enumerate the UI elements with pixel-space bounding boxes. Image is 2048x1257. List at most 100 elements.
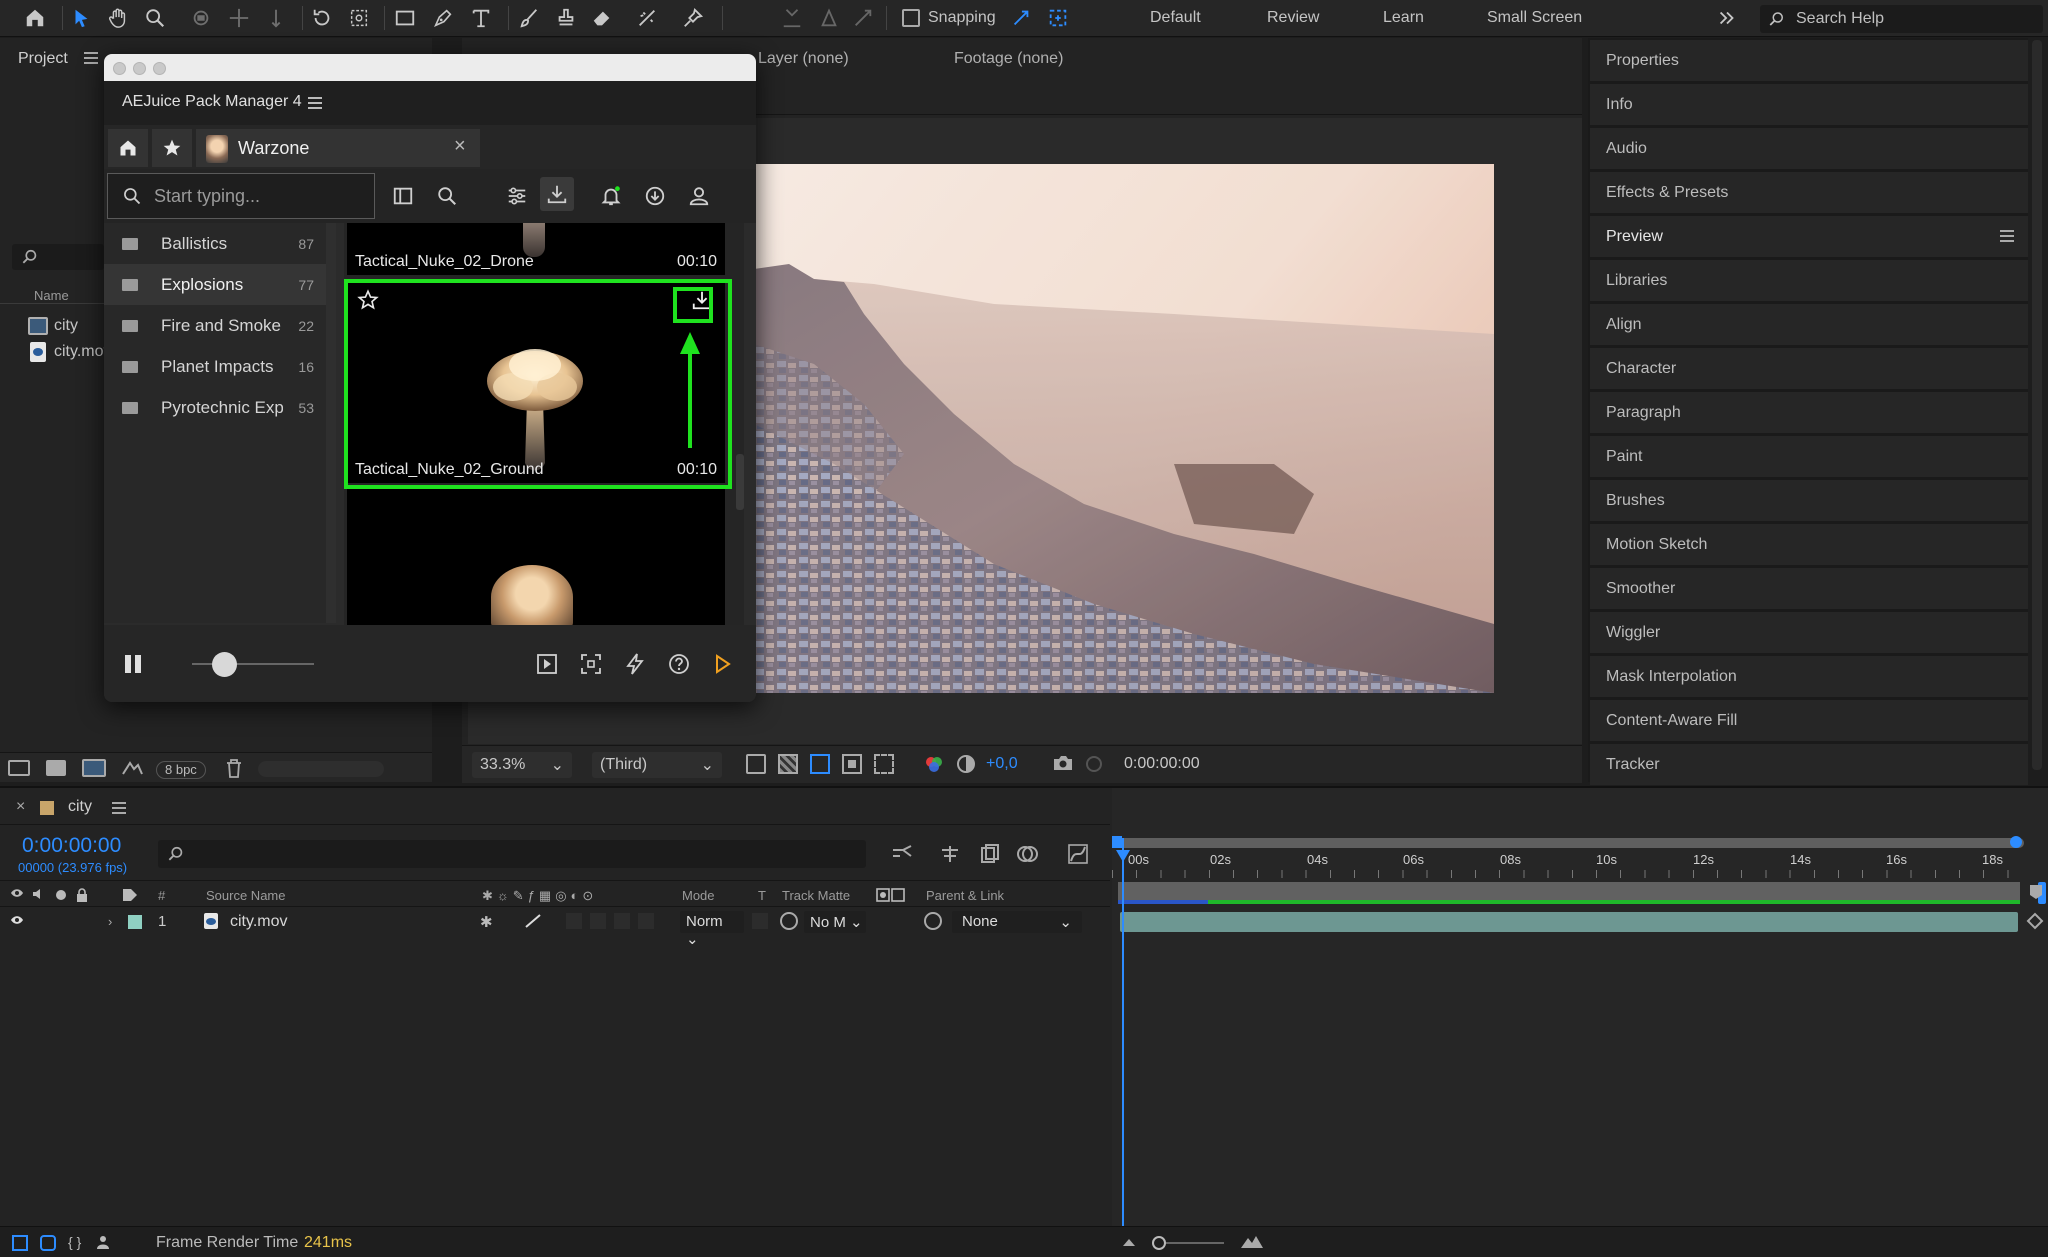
zoom-out-icon[interactable]	[1122, 1237, 1136, 1247]
magnification-dropdown[interactable]: 33.3% ⌄	[472, 752, 572, 778]
parent-dropdown[interactable]: None ⌄	[952, 911, 1082, 933]
trash-icon[interactable]	[226, 759, 242, 778]
motion-blur-icon[interactable]	[1016, 842, 1040, 866]
orbit-camera-icon[interactable]	[186, 4, 216, 32]
resolution-dropdown[interactable]: (Third) ⌄	[592, 752, 722, 778]
motion-blur-switch[interactable]	[614, 913, 630, 929]
transparency-grid-icon[interactable]	[778, 754, 798, 774]
3d-layer-switch[interactable]	[638, 913, 654, 929]
close-icon[interactable]: ×	[16, 798, 25, 816]
reset-exposure-icon[interactable]	[956, 754, 976, 774]
pen-tool-icon[interactable]	[428, 4, 458, 32]
render-settings-icon[interactable]	[12, 1235, 28, 1251]
search-help-field[interactable]: Search Help	[1760, 5, 2043, 33]
person-icon[interactable]	[96, 1235, 114, 1249]
grid-guides-icon[interactable]	[874, 754, 894, 774]
panel-info[interactable]: Info	[1590, 84, 2028, 125]
matte-pickwhip-icon[interactable]	[780, 912, 798, 930]
selection-tool-icon[interactable]	[66, 4, 96, 32]
favorites-button[interactable]	[152, 129, 192, 167]
align-distribute-icon[interactable]	[777, 4, 807, 32]
window-minimize-button[interactable]	[133, 62, 146, 75]
visibility-eye-icon[interactable]	[10, 915, 24, 927]
composition-mini-flowchart-icon[interactable]	[890, 842, 914, 866]
category-ballistics[interactable]: Ballistics 87	[104, 223, 326, 264]
aejuice-logo-icon[interactable]	[712, 653, 734, 675]
time-ruler[interactable]: 00s 02s 04s 06s 08s 10s 12s 14s 16s 18s	[1112, 852, 2024, 880]
notifications-bell-icon[interactable]	[598, 183, 624, 209]
mask-visibility-icon[interactable]	[842, 754, 862, 774]
rotate-tool-icon[interactable]	[307, 4, 337, 32]
panel-smoother[interactable]: Smoother	[1590, 568, 2028, 609]
footage-viewer-tab[interactable]: Footage (none)	[954, 50, 1063, 68]
project-settings-icon[interactable]	[120, 759, 144, 777]
channel-rgb-icon[interactable]	[924, 754, 944, 774]
draft-3d-icon[interactable]	[938, 842, 962, 866]
layer-row[interactable]: › 1 city.mov ✱ Norm ⌄ No M ⌄ None ⌄	[0, 908, 1110, 948]
user-account-icon[interactable]	[686, 183, 712, 209]
frame-blend-switch[interactable]	[590, 913, 606, 929]
work-area-start-handle[interactable]	[1112, 836, 1122, 848]
category-fire-and-smoke[interactable]: Fire and Smoke 22	[104, 305, 326, 346]
show-snapshot-icon[interactable]	[1084, 754, 1104, 774]
workspaces-overflow-icon[interactable]	[1712, 4, 1742, 32]
panel-preview[interactable]: Preview	[1590, 216, 2028, 257]
home-button[interactable]	[108, 129, 148, 167]
pack-tab-warzone[interactable]: Warzone	[196, 129, 480, 167]
window-titlebar[interactable]	[104, 54, 756, 81]
right-panels-scrollbar[interactable]	[2032, 40, 2042, 770]
timeline-search-input[interactable]	[158, 840, 866, 868]
timeline-menu-icon[interactable]	[112, 802, 126, 814]
panel-motion-sketch[interactable]: Motion Sketch	[1590, 524, 2028, 565]
preview-panel-menu-icon[interactable]	[2000, 230, 2014, 242]
puppet-bend-icon[interactable]	[848, 4, 878, 32]
snap-edges-icon[interactable]	[1006, 4, 1036, 32]
aejuice-search-input[interactable]: Start typing...	[107, 173, 375, 219]
comp-marker-bin-icon[interactable]	[2028, 884, 2044, 900]
category-planet-impacts[interactable]: Planet Impacts 16	[104, 346, 326, 387]
new-composition-icon[interactable]	[82, 759, 106, 777]
layer-name[interactable]: city.mov	[230, 913, 287, 931]
workspace-small-screen[interactable]: Small Screen	[1487, 9, 1582, 27]
frame-blending-icon[interactable]	[978, 842, 1002, 866]
brush-tool-icon[interactable]	[514, 4, 544, 32]
effect-switch[interactable]	[566, 913, 582, 929]
pan-camera-icon[interactable]	[224, 4, 254, 32]
sidebar-scrollbar[interactable]	[326, 223, 336, 623]
panel-paint[interactable]: Paint	[1590, 436, 2028, 477]
asset-card-next[interactable]	[347, 489, 725, 625]
home-icon[interactable]	[20, 4, 50, 32]
col-source-name[interactable]: Source Name	[206, 888, 285, 903]
composition-frame-city-aerial[interactable]	[754, 164, 1494, 693]
toggle-switches-icon[interactable]: { }	[68, 1234, 81, 1250]
zoom-tool-icon[interactable]	[140, 4, 170, 32]
panel-wiggler[interactable]: Wiggler	[1590, 612, 2028, 653]
blend-mode-dropdown[interactable]: Norm ⌄	[680, 911, 744, 948]
preserve-transparency-switch[interactable]	[752, 913, 768, 929]
project-item-city-mov[interactable]: city.mov	[26, 340, 104, 364]
search-icon[interactable]	[434, 183, 460, 209]
region-of-interest-icon[interactable]	[810, 754, 830, 774]
pause-icon[interactable]	[122, 653, 144, 675]
panel-effects-presets[interactable]: Effects & Presets	[1590, 172, 2028, 213]
roto-brush-tool-icon[interactable]	[632, 4, 662, 32]
layer-viewer-tab[interactable]: Layer (none)	[758, 50, 849, 68]
work-area-bar[interactable]	[1116, 838, 2024, 848]
project-scrollbar[interactable]	[258, 761, 384, 777]
timeline-zoom-thumb[interactable]	[1152, 1236, 1166, 1250]
clone-stamp-tool-icon[interactable]	[551, 4, 581, 32]
zoom-in-icon[interactable]	[1240, 1235, 1264, 1249]
hand-tool-icon[interactable]	[103, 4, 133, 32]
panel-brushes[interactable]: Brushes	[1590, 480, 2028, 521]
panel-tracker[interactable]: Tracker	[1590, 744, 2028, 785]
window-zoom-button[interactable]	[153, 62, 166, 75]
snap-features-icon[interactable]	[1043, 4, 1073, 32]
panel-paragraph[interactable]: Paragraph	[1590, 392, 2028, 433]
panel-libraries[interactable]: Libraries	[1590, 260, 2028, 301]
category-pyrotechnic-explosions[interactable]: Pyrotechnic Explosions 53	[104, 387, 326, 428]
snapping-checkbox[interactable]	[902, 9, 920, 27]
panel-character[interactable]: Character	[1590, 348, 2028, 389]
workspace-default[interactable]: Default	[1150, 9, 1201, 27]
playback-slider-thumb[interactable]	[212, 652, 237, 677]
asset-grid-scrollbar[interactable]	[736, 454, 744, 510]
